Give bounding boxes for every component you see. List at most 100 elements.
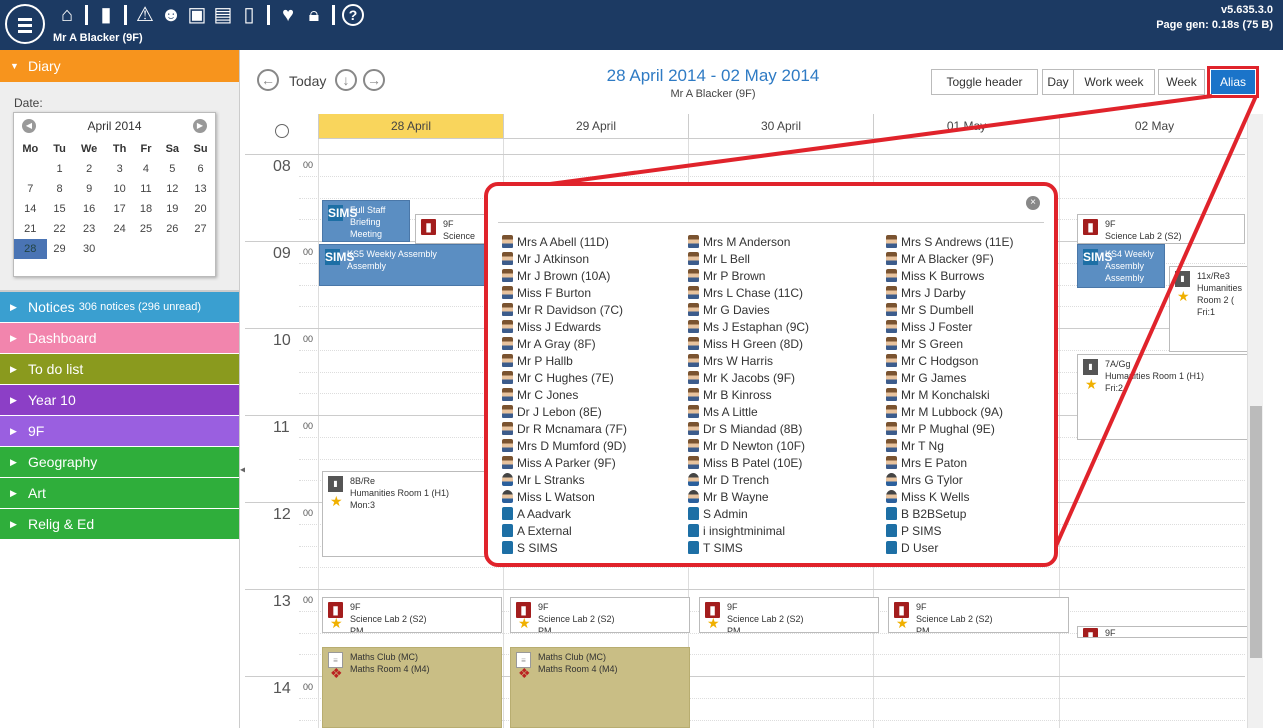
alias-item[interactable]: Mrs A Abell (11D): [502, 233, 692, 250]
calendar-day[interactable]: 25: [133, 219, 158, 239]
event-science-pm[interactable]: ▮ ★ 9F Science Lab 2 (S2) PM: [510, 597, 690, 633]
alias-item[interactable]: Mr S Green: [886, 335, 1054, 352]
event-science-pm[interactable]: ▮ ★ 9F Science Lab 2 (S2) PM: [322, 597, 502, 633]
next-month-icon[interactable]: ▶: [193, 119, 207, 133]
sidebar-item-diary[interactable]: ▼ Diary: [0, 50, 239, 82]
printer-icon[interactable]: ▤: [211, 3, 235, 27]
alias-item[interactable]: D User: [886, 539, 1054, 556]
alias-item[interactable]: Mr T Ng: [886, 437, 1054, 454]
vertical-scrollbar[interactable]: [1247, 114, 1263, 728]
sidebar-item-to-do-list[interactable]: ▶ To do list: [0, 354, 239, 385]
calendar-day[interactable]: 10: [106, 179, 134, 199]
alias-item[interactable]: Mrs J Darby: [886, 284, 1054, 301]
day-header[interactable]: 30 April: [688, 114, 873, 139]
alias-item[interactable]: P SIMS: [886, 522, 1054, 539]
id-card-icon[interactable]: ▣: [185, 3, 209, 27]
alias-item[interactable]: Mr P Mughal (9E): [886, 420, 1054, 437]
event-ks4-assembly[interactable]: SIMS KS4 Weekly Assembly Assembly: [1077, 244, 1165, 288]
close-icon[interactable]: ×: [1026, 196, 1040, 210]
alias-item[interactable]: B B2BSetup: [886, 505, 1054, 522]
alias-item[interactable]: Mr J Atkinson: [502, 250, 692, 267]
alias-item[interactable]: S Admin: [688, 505, 878, 522]
calendar-day[interactable]: 22: [47, 219, 73, 239]
calendar-day[interactable]: 13: [186, 179, 215, 199]
sidebar-item-art[interactable]: ▶ Art: [0, 478, 239, 509]
alias-item[interactable]: Mr C Hodgson: [886, 352, 1054, 369]
alias-item[interactable]: Mr P Brown: [688, 267, 878, 284]
event-science-pm[interactable]: ▮ ★ 9F Science Lab 2 (S2) PM: [888, 597, 1069, 633]
calendar-day[interactable]: 30: [72, 239, 105, 259]
calendar-day[interactable]: 12: [159, 179, 187, 199]
alias-item[interactable]: Miss A Parker (9F): [502, 454, 692, 471]
alias-item[interactable]: Mr C Jones: [502, 386, 692, 403]
alias-item[interactable]: Mrs W Harris: [688, 352, 878, 369]
alias-item[interactable]: A External: [502, 522, 692, 539]
calendar-day[interactable]: 16: [72, 199, 105, 219]
prev-month-icon[interactable]: ◀: [22, 119, 36, 133]
alias-item[interactable]: Mr A Blacker (9F): [886, 250, 1054, 267]
help-icon[interactable]: ?: [341, 3, 365, 27]
alias-item[interactable]: Miss B Patel (10E): [688, 454, 878, 471]
alias-item[interactable]: Mr R Davidson (7C): [502, 301, 692, 318]
event-maths-club[interactable]: ≡ ❖ Maths Club (MC) Maths Room 4 (M4): [322, 647, 502, 728]
alias-item[interactable]: Miss J Foster: [886, 318, 1054, 335]
sidebar-item-geography[interactable]: ▶ Geography: [0, 447, 239, 478]
alias-item[interactable]: i insightminimal: [688, 522, 878, 539]
alias-item[interactable]: T SIMS: [688, 539, 878, 556]
alias-item[interactable]: Mrs D Mumford (9D): [502, 437, 692, 454]
alias-item[interactable]: Mr D Newton (10F): [688, 437, 878, 454]
person-search-icon[interactable]: ☻: [159, 3, 183, 27]
menu-icon[interactable]: [5, 4, 45, 44]
warning-icon[interactable]: ⚠: [133, 3, 157, 27]
heart-icon[interactable]: ♥: [276, 3, 300, 27]
calendar-day[interactable]: 24: [106, 219, 134, 239]
alias-item[interactable]: A Aadvark: [502, 505, 692, 522]
calendar-day[interactable]: 6: [186, 159, 215, 179]
alias-item[interactable]: Ms A Little: [688, 403, 878, 420]
sidebar-item-relig-ed[interactable]: ▶ Relig & Ed: [0, 509, 239, 540]
alias-item[interactable]: Dr J Lebon (8E): [502, 403, 692, 420]
alias-item[interactable]: Mrs E Paton: [886, 454, 1054, 471]
event-science-pm[interactable]: ▮ ★ 9F Science Lab 2 (S2) PM: [699, 597, 879, 633]
alias-item[interactable]: Mr S Dumbell: [886, 301, 1054, 318]
toggle-header-button[interactable]: Toggle header: [931, 69, 1038, 95]
alias-item[interactable]: Miss F Burton: [502, 284, 692, 301]
day-header[interactable]: 02 May: [1059, 114, 1249, 139]
alias-item[interactable]: Mr A Gray (8F): [502, 335, 692, 352]
day-header[interactable]: 29 April: [503, 114, 688, 139]
alias-item[interactable]: Mr M Konchalski: [886, 386, 1054, 403]
work-week-view-button[interactable]: Work week: [1073, 69, 1155, 95]
alias-item[interactable]: Mr D Trench: [688, 471, 878, 488]
alias-item[interactable]: Mr G Davies: [688, 301, 878, 318]
sidebar-item-year-10[interactable]: ▶ Year 10: [0, 385, 239, 416]
event-humanities-11x[interactable]: ▮ ★ 11x/Re3 Humanities Room 2 ( Fri:1: [1169, 266, 1249, 352]
alias-item[interactable]: Mr M Lubbock (9A): [886, 403, 1054, 420]
alias-item[interactable]: Miss K Wells: [886, 488, 1054, 505]
alias-item[interactable]: Mrs S Andrews (11E): [886, 233, 1054, 250]
calendar-day[interactable]: 27: [186, 219, 215, 239]
calendar-day[interactable]: 14: [14, 199, 47, 219]
calendar-day[interactable]: 19: [159, 199, 187, 219]
home-icon[interactable]: ⌂: [55, 3, 79, 27]
alias-item[interactable]: Mr G James: [886, 369, 1054, 386]
event-science-9f[interactable]: ▮ 9F Science L: [415, 214, 485, 244]
alias-button[interactable]: Alias: [1207, 66, 1259, 98]
alias-item[interactable]: Mr B Wayne: [688, 488, 878, 505]
alias-item[interactable]: Mrs G Tylor: [886, 471, 1054, 488]
phone-icon[interactable]: ▯: [237, 3, 261, 27]
sidebar-item-notices[interactable]: ▶ Notices 306 notices (296 unread): [0, 292, 239, 323]
alias-item[interactable]: Mr J Brown (10A): [502, 267, 692, 284]
calendar-day[interactable]: 28: [14, 239, 47, 259]
calendar-day[interactable]: 29: [47, 239, 73, 259]
event-science-9f-fri[interactable]: ▮ 9F Science Lab 2 (S2): [1077, 214, 1245, 244]
alias-item[interactable]: Mr B Kinross: [688, 386, 878, 403]
alias-item[interactable]: Dr R Mcnamara (7F): [502, 420, 692, 437]
day-header[interactable]: 28 April: [318, 114, 503, 139]
alias-item[interactable]: Ms J Estaphan (9C): [688, 318, 878, 335]
calendar-day[interactable]: 15: [47, 199, 73, 219]
calendar-day[interactable]: 26: [159, 219, 187, 239]
event-staff-briefing[interactable]: SIMS Full Staff Briefing Meeting: [322, 200, 410, 242]
calendar-day[interactable]: 17: [106, 199, 134, 219]
sidebar-item-9f[interactable]: ▶ 9F: [0, 416, 239, 447]
calendar-day[interactable]: 5: [159, 159, 187, 179]
